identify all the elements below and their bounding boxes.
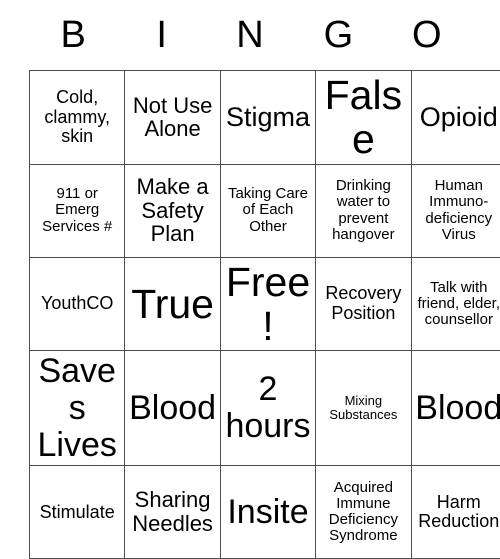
bingo-row: YouthCO True Free! Recovery Position Tal… — [30, 257, 500, 351]
bingo-cell[interactable]: YouthCO — [30, 257, 125, 351]
bingo-header-letter-i: I — [117, 16, 205, 54]
bingo-cell[interactable]: Mixing Substances — [316, 351, 411, 466]
bingo-row: Stimulate Sharing Needles Insite Acquire… — [30, 466, 500, 559]
bingo-cell-label: YouthCO — [33, 294, 121, 313]
bingo-cell-label: Saves Lives — [33, 353, 121, 463]
bingo-cell[interactable]: Insite — [220, 466, 315, 559]
bingo-cell[interactable]: Stimulate — [30, 466, 125, 559]
bingo-cell-label: Blood — [415, 390, 500, 427]
bingo-cell-label: Make a Safety Plan — [128, 175, 216, 246]
bingo-row: 911 or Emerg Services # Make a Safety Pl… — [30, 164, 500, 257]
bingo-cell-label: Taking Care of Each Other — [224, 186, 312, 235]
bingo-cell-label: True — [128, 282, 216, 326]
bingo-cell-label: Blood — [128, 390, 216, 427]
bingo-cell-label: Mixing Substances — [319, 394, 407, 422]
bingo-cell[interactable]: Blood — [411, 351, 500, 466]
bingo-row: Saves Lives Blood 2 hours Mixing Substan… — [30, 351, 500, 466]
bingo-header-letter-n: N — [206, 16, 294, 54]
bingo-cell-label: Acquired Immune Deficiency Syndrome — [319, 480, 407, 545]
bingo-cell-label: Not Use Alone — [128, 94, 216, 142]
bingo-cell-label: Insite — [224, 494, 312, 531]
bingo-cell-label: 911 or Emerg Services # — [33, 186, 121, 235]
bingo-cell[interactable]: Recovery Position — [316, 257, 411, 351]
bingo-cell-label: Talk with friend, elder, counsellor — [415, 280, 500, 329]
bingo-cell-label: False — [319, 73, 407, 162]
bingo-header-letter-o: O — [383, 16, 471, 54]
bingo-cell[interactable]: 911 or Emerg Services # — [30, 164, 125, 257]
bingo-cell-label: Cold, clammy, skin — [33, 88, 121, 146]
bingo-cell-label: Stimulate — [33, 503, 121, 522]
bingo-cell[interactable]: Sharing Needles — [125, 466, 220, 559]
bingo-cell[interactable]: Human Immuno-deficiency Virus — [411, 164, 500, 257]
bingo-cell-label: 2 hours — [224, 371, 312, 444]
bingo-cell[interactable]: Talk with friend, elder, counsellor — [411, 257, 500, 351]
bingo-cell-label: Opioid — [415, 103, 500, 132]
bingo-cell-label: Harm Reduction — [415, 493, 500, 532]
bingo-cell[interactable]: 2 hours — [220, 351, 315, 466]
bingo-card: B I N G O Cold, clammy, skin Not Use Alo… — [29, 0, 471, 559]
bingo-cell[interactable]: Stigma — [220, 71, 315, 165]
bingo-cell-free[interactable]: Free! — [220, 257, 315, 351]
bingo-cell[interactable]: Harm Reduction — [411, 466, 500, 559]
bingo-cell-label: Drinking water to prevent hangover — [319, 178, 407, 243]
bingo-cell-label: Sharing Needles — [128, 488, 216, 536]
bingo-cell[interactable]: Drinking water to prevent hangover — [316, 164, 411, 257]
bingo-cell[interactable]: Taking Care of Each Other — [220, 164, 315, 257]
bingo-cell-label: Free! — [224, 260, 312, 349]
bingo-cell[interactable]: Not Use Alone — [125, 71, 220, 165]
bingo-cell-label: Recovery Position — [319, 284, 407, 323]
bingo-header-row: B I N G O — [29, 0, 471, 70]
bingo-grid: Cold, clammy, skin Not Use Alone Stigma … — [29, 70, 500, 559]
bingo-cell[interactable]: Make a Safety Plan — [125, 164, 220, 257]
bingo-cell[interactable]: Saves Lives — [30, 351, 125, 466]
bingo-cell-label: Human Immuno-deficiency Virus — [415, 178, 500, 243]
bingo-cell[interactable]: Cold, clammy, skin — [30, 71, 125, 165]
bingo-header-letter-b: B — [29, 16, 117, 54]
bingo-cell-label: Stigma — [224, 103, 312, 132]
bingo-row: Cold, clammy, skin Not Use Alone Stigma … — [30, 71, 500, 165]
bingo-cell[interactable]: False — [316, 71, 411, 165]
bingo-cell[interactable]: True — [125, 257, 220, 351]
bingo-cell[interactable]: Opioid — [411, 71, 500, 165]
bingo-cell[interactable]: Blood — [125, 351, 220, 466]
bingo-header-letter-g: G — [294, 16, 382, 54]
bingo-cell[interactable]: Acquired Immune Deficiency Syndrome — [316, 466, 411, 559]
